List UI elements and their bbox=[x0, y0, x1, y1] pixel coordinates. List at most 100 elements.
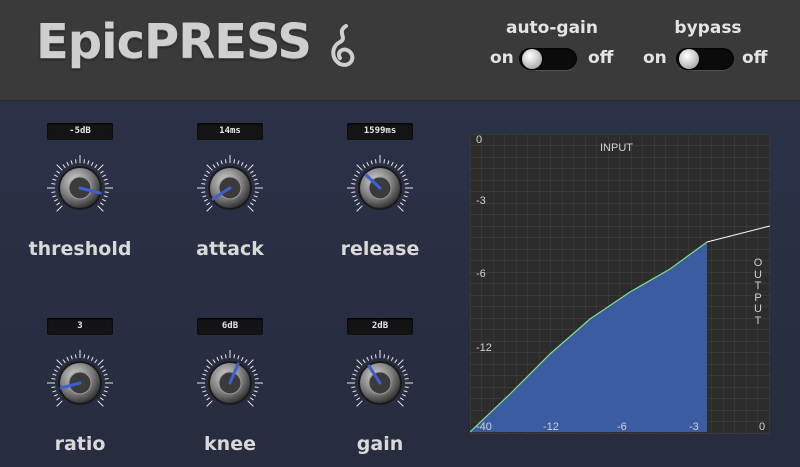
bypass-switch-knob[interactable] bbox=[679, 49, 699, 69]
knob-tick bbox=[404, 386, 409, 389]
knob-tick bbox=[240, 356, 244, 361]
release-value[interactable]: 1599ms bbox=[347, 123, 413, 140]
knob-tick bbox=[62, 359, 66, 364]
ratio-value[interactable]: 3 bbox=[47, 318, 113, 335]
knob-tick bbox=[102, 198, 107, 202]
knob-tick bbox=[201, 191, 206, 194]
y-tick-label: -6 bbox=[476, 268, 486, 280]
attack-knob[interactable] bbox=[195, 153, 265, 223]
knob-tick bbox=[402, 198, 407, 202]
knob-tick bbox=[202, 373, 207, 376]
knob-tick bbox=[201, 377, 206, 380]
knob-tick bbox=[53, 393, 58, 397]
knob-tick bbox=[206, 164, 213, 171]
x-tick-label: -12 bbox=[543, 421, 559, 433]
knob-tick bbox=[212, 164, 216, 169]
knob-tick bbox=[356, 365, 361, 369]
knob-tick bbox=[399, 365, 404, 369]
attack-label: attack bbox=[196, 238, 264, 260]
knob-tick bbox=[51, 182, 56, 185]
knob-tick bbox=[56, 365, 61, 369]
knob-tick bbox=[387, 355, 390, 360]
knob-tick bbox=[253, 195, 258, 198]
knob-tick bbox=[253, 390, 258, 393]
knob-tick bbox=[201, 386, 206, 389]
knob-tick bbox=[216, 356, 220, 361]
knob-tick bbox=[383, 354, 386, 359]
knob-tick bbox=[362, 164, 366, 169]
knee-knob[interactable] bbox=[195, 348, 265, 418]
ratio-knob[interactable] bbox=[45, 348, 115, 418]
knob-tick bbox=[97, 164, 104, 171]
knob-tick bbox=[56, 164, 63, 171]
knob-tick bbox=[397, 205, 404, 212]
knob-tick bbox=[353, 369, 358, 373]
knob-tick bbox=[70, 160, 73, 165]
x-tick-label: 0 bbox=[759, 421, 766, 433]
knob-tick bbox=[390, 161, 394, 166]
knob-tick bbox=[370, 355, 373, 360]
threshold-knob[interactable] bbox=[45, 153, 115, 223]
x-tick-label: -6 bbox=[617, 421, 627, 433]
knob-tick bbox=[252, 198, 257, 202]
knob-tick bbox=[87, 160, 90, 165]
knob-tick bbox=[56, 400, 63, 407]
knee-control: 6dB knee bbox=[165, 318, 285, 458]
knob-tick bbox=[56, 397, 61, 401]
knob-tick bbox=[352, 390, 357, 393]
knob-tick bbox=[366, 161, 370, 166]
knob-tick bbox=[254, 191, 259, 194]
bypass-toggle-group: bypass on off bbox=[638, 18, 778, 78]
knob-tick bbox=[247, 164, 254, 171]
release-knob[interactable] bbox=[345, 153, 415, 223]
knob-tick bbox=[394, 359, 398, 364]
knob-tick bbox=[51, 377, 56, 380]
knob-tick bbox=[247, 359, 254, 366]
knob-tick bbox=[52, 390, 57, 393]
knob-tick bbox=[353, 393, 358, 397]
knob-tick bbox=[253, 373, 258, 376]
knob-tick bbox=[254, 386, 259, 389]
gain-value[interactable]: 2dB bbox=[347, 318, 413, 335]
knob-tick bbox=[56, 205, 63, 212]
knob-tick bbox=[254, 377, 259, 380]
knob-tick bbox=[237, 160, 240, 165]
knob-tick bbox=[66, 161, 70, 166]
knob-tick bbox=[202, 390, 207, 393]
knob-tick bbox=[99, 202, 104, 206]
knob-tick bbox=[51, 386, 56, 389]
threshold-value[interactable]: -5dB bbox=[47, 123, 113, 140]
knob-tick bbox=[394, 164, 398, 169]
knob-tick bbox=[206, 400, 213, 407]
auto-gain-switch-knob[interactable] bbox=[522, 49, 542, 69]
knee-value[interactable]: 6dB bbox=[197, 318, 263, 335]
knob-tick bbox=[397, 359, 404, 366]
gain-knob[interactable] bbox=[345, 348, 415, 418]
bypass-switch[interactable] bbox=[676, 48, 734, 70]
auto-gain-switch[interactable] bbox=[519, 48, 577, 70]
gain-control: 2dB gain bbox=[315, 318, 435, 458]
y-tick-label: -12 bbox=[476, 342, 492, 354]
ratio-label: ratio bbox=[54, 433, 106, 455]
knob-tick bbox=[351, 182, 356, 185]
knob-tick bbox=[102, 369, 107, 373]
knob-tick bbox=[206, 202, 211, 206]
knob-tick bbox=[104, 182, 109, 185]
knob-tick bbox=[399, 397, 404, 401]
knob-tick bbox=[397, 164, 404, 171]
knob-tick bbox=[390, 356, 394, 361]
knob-tick bbox=[403, 178, 408, 181]
bypass-title: bypass bbox=[674, 18, 742, 38]
knob-tick bbox=[56, 359, 63, 366]
attack-value[interactable]: 14ms bbox=[197, 123, 263, 140]
knob-tick bbox=[249, 202, 254, 206]
knob-tick bbox=[404, 182, 409, 185]
knob-tick bbox=[97, 400, 104, 407]
knob-tick bbox=[249, 170, 254, 174]
knob-tick bbox=[203, 174, 208, 178]
knob-tick bbox=[62, 164, 66, 169]
knob-tick bbox=[66, 356, 70, 361]
knob-tick bbox=[206, 205, 213, 212]
knob-tick bbox=[99, 397, 104, 401]
knob-tick bbox=[203, 198, 208, 202]
